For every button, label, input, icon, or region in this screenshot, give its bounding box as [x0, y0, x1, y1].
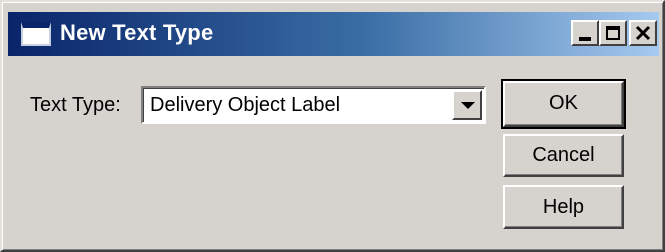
chevron-down-icon [461, 102, 475, 109]
maximize-icon [606, 26, 620, 40]
text-type-selected-value: Delivery Object Label [150, 94, 341, 116]
maximize-button[interactable] [599, 20, 627, 46]
cancel-button[interactable]: Cancel [503, 134, 624, 177]
minimize-button[interactable] [571, 20, 599, 46]
close-icon [635, 25, 651, 41]
dialog-window: New Text Type Text Type: Delivery Object… [0, 0, 665, 252]
dropdown-arrow-button[interactable] [452, 90, 482, 120]
ok-button[interactable]: OK [501, 79, 626, 129]
text-type-label: Text Type: [30, 94, 121, 116]
minimize-icon [579, 37, 591, 41]
help-button[interactable]: Help [503, 185, 624, 229]
text-type-dropdown[interactable]: Delivery Object Label [141, 86, 486, 124]
window-title: New Text Type [60, 20, 214, 45]
title-bar[interactable]: New Text Type [8, 12, 659, 56]
window-icon [21, 22, 51, 46]
close-button[interactable] [629, 20, 657, 46]
